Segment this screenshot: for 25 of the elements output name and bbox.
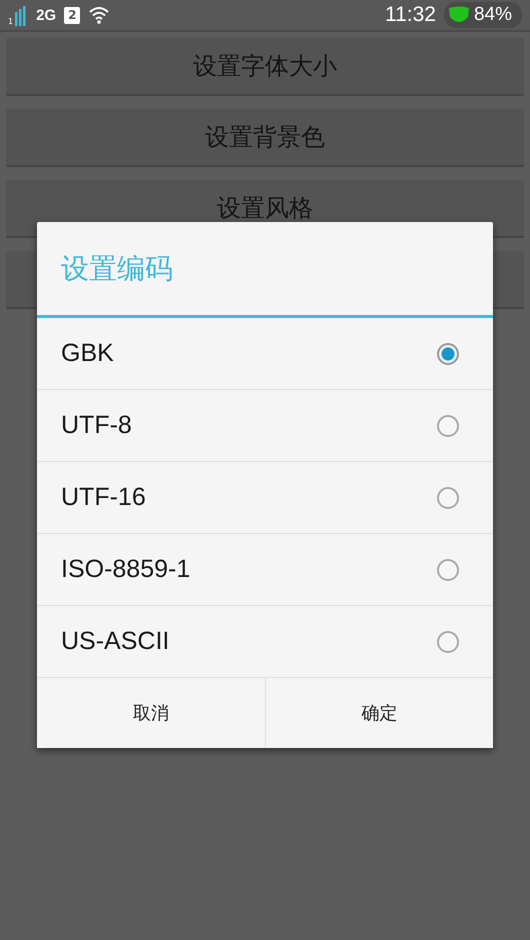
clock: 11:32 bbox=[384, 3, 436, 27]
dialog-title: 设置编码 bbox=[37, 222, 493, 318]
sim-card-icon: 2 bbox=[64, 6, 80, 24]
wifi-icon bbox=[88, 6, 110, 24]
radio-button[interactable] bbox=[437, 342, 459, 364]
signal-icon bbox=[14, 4, 28, 26]
radio-button[interactable] bbox=[437, 486, 459, 508]
battery-percent: 84% bbox=[474, 4, 512, 26]
dialog-button[interactable]: 取消 bbox=[37, 678, 264, 748]
option-row[interactable]: GBK bbox=[37, 318, 493, 390]
option-row[interactable]: UTF-16 bbox=[37, 462, 493, 534]
radio-button[interactable] bbox=[437, 414, 459, 436]
option-row[interactable]: ISO-8859-1 bbox=[37, 534, 493, 606]
option-label: ISO-8859-1 bbox=[61, 555, 190, 584]
sim-slot-label: 1 bbox=[8, 18, 14, 26]
option-label: UTF-16 bbox=[61, 483, 146, 512]
option-row[interactable]: UTF-8 bbox=[37, 390, 493, 462]
option-label: US-ASCII bbox=[61, 627, 170, 656]
battery-icon bbox=[448, 5, 470, 25]
radio-button[interactable] bbox=[437, 558, 459, 580]
option-label: GBK bbox=[61, 339, 114, 368]
radio-button[interactable] bbox=[437, 630, 459, 652]
option-label: UTF-8 bbox=[61, 411, 132, 440]
dialog-button[interactable]: 确定 bbox=[264, 678, 493, 748]
network-type: 2G bbox=[36, 6, 56, 24]
